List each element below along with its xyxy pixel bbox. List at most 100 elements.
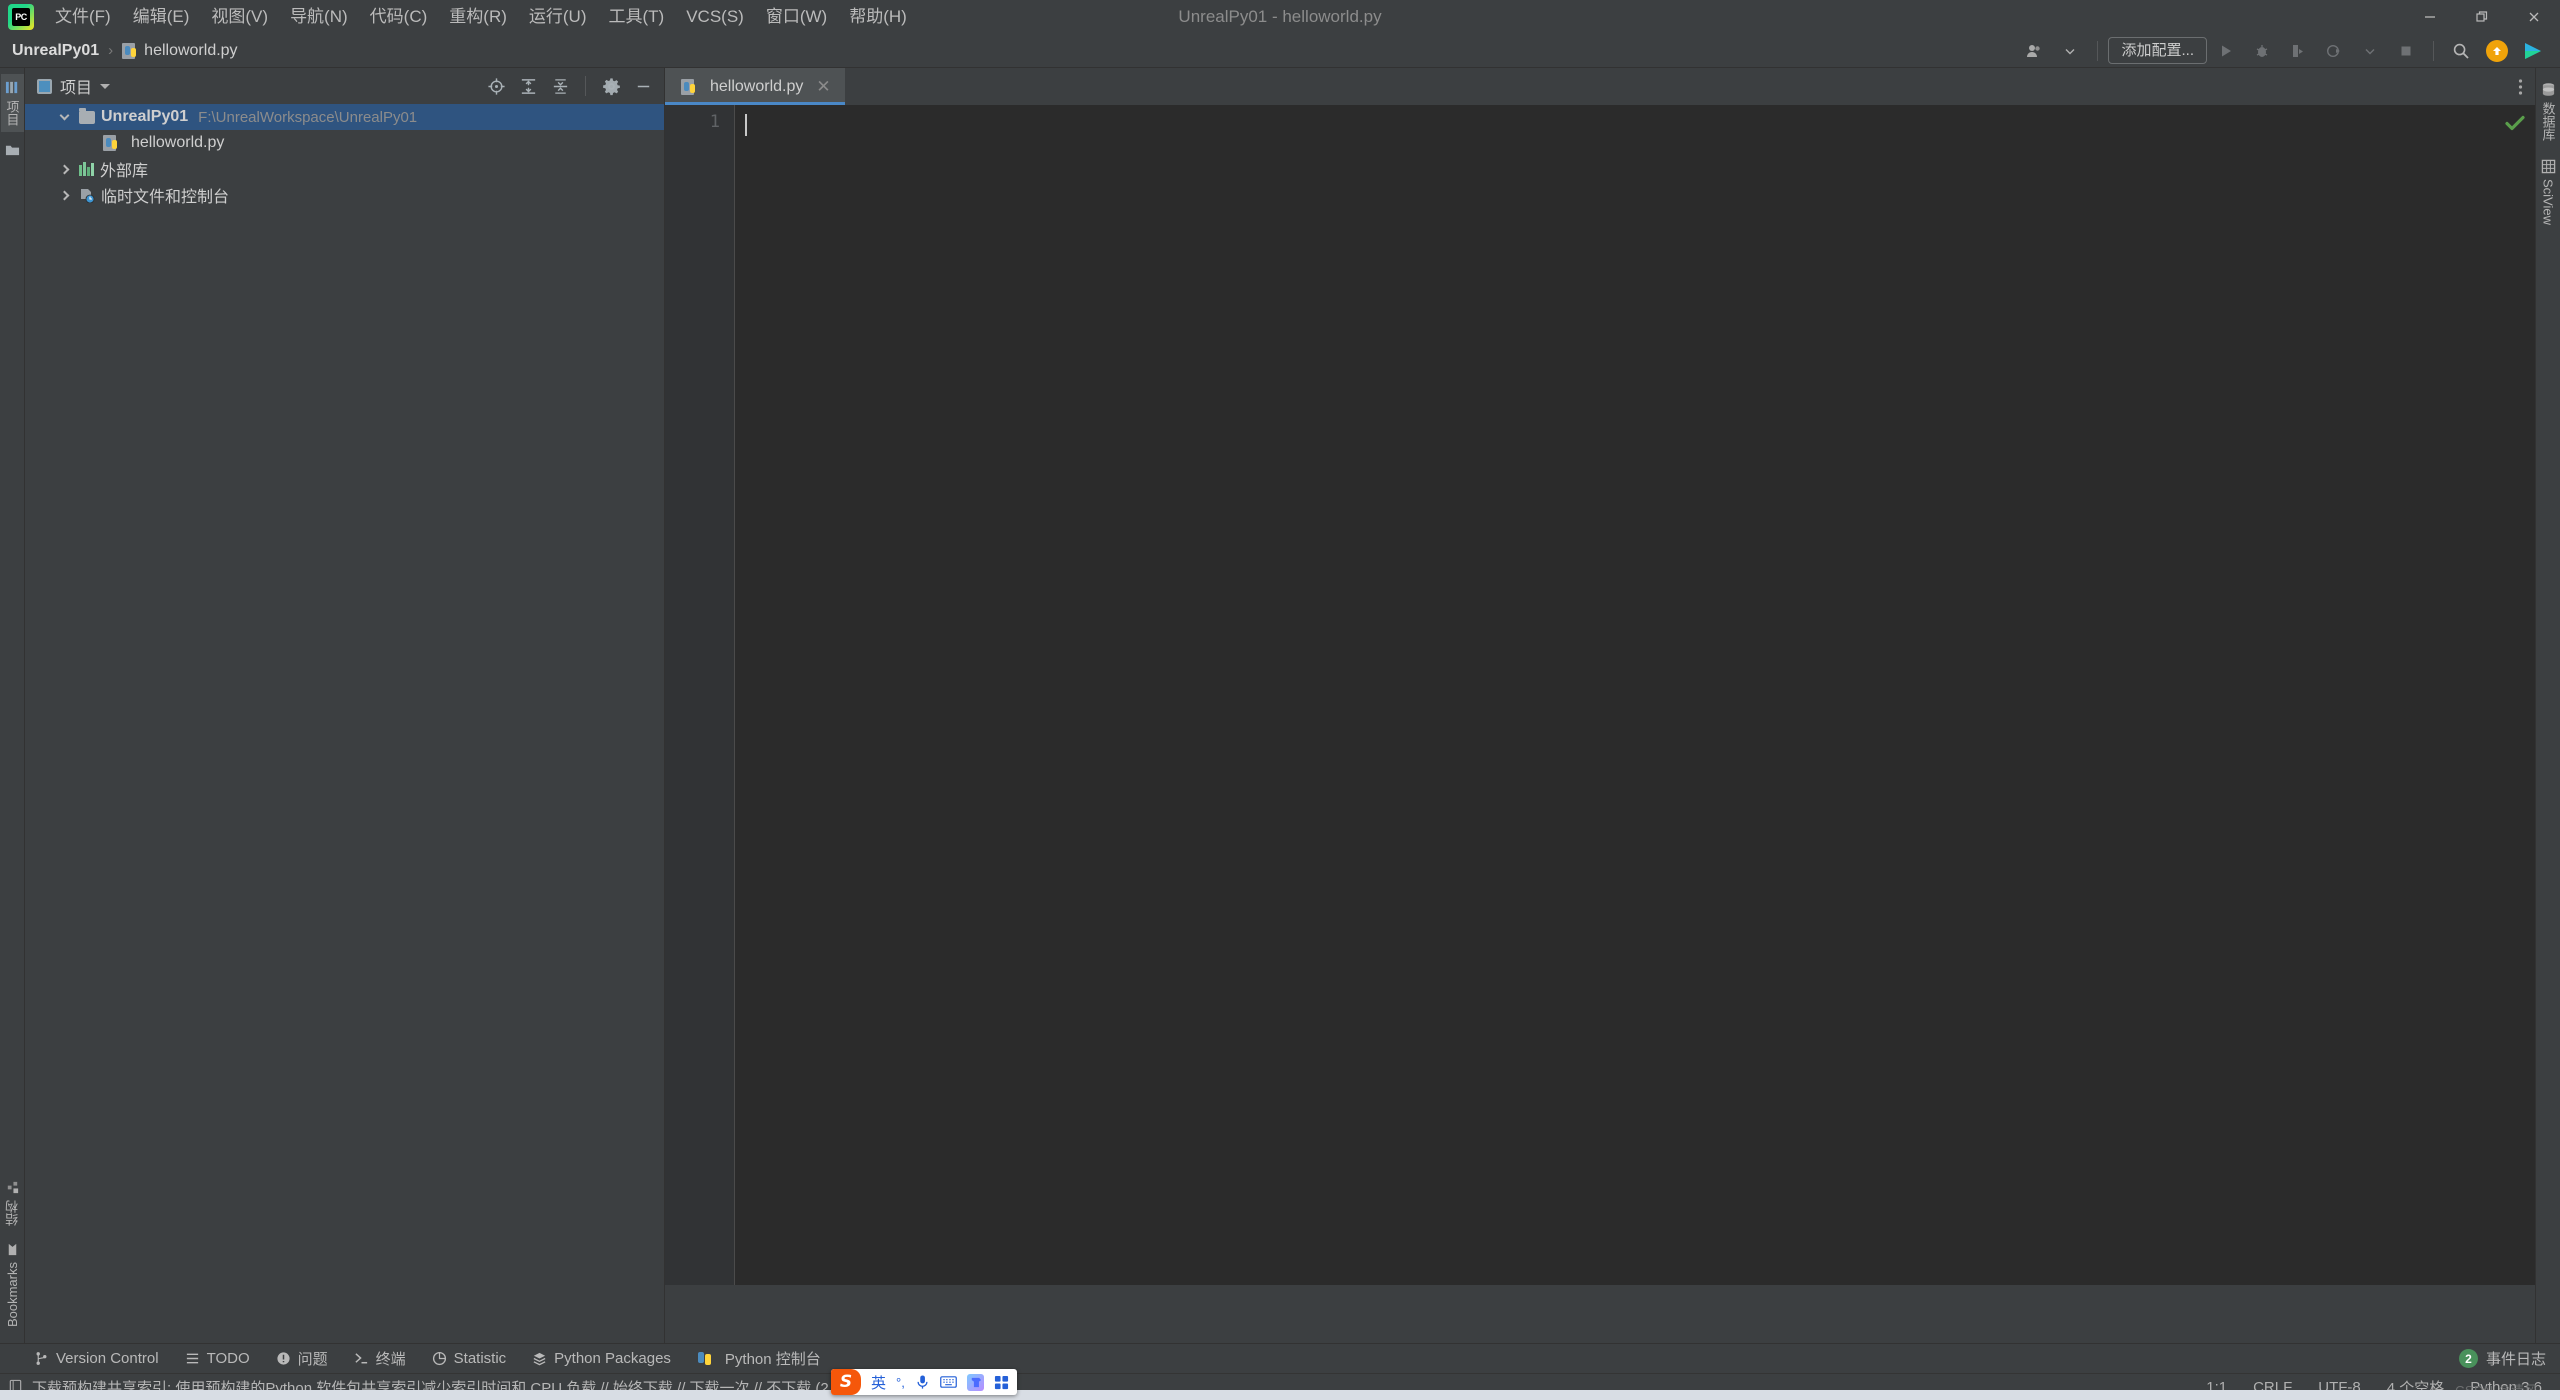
- settings-icon[interactable]: [596, 72, 626, 100]
- toolwindow-python-packages[interactable]: Python Packages: [532, 1350, 671, 1367]
- menu-run[interactable]: 运行(U): [518, 2, 598, 32]
- ok-check-icon[interactable]: [2503, 111, 2527, 135]
- more-vertical-icon[interactable]: [2505, 68, 2535, 105]
- editor-tabs: helloworld.py ✕: [665, 68, 2535, 105]
- stripe-structure-folder[interactable]: [3, 136, 22, 163]
- stripe-structure[interactable]: 结构: [1, 1174, 24, 1232]
- stripe-database[interactable]: 数据库: [2537, 76, 2560, 147]
- toolwindow-terminal[interactable]: 终端: [354, 1348, 406, 1369]
- code-editor[interactable]: 1: [665, 105, 2535, 1285]
- code-text-area[interactable]: [735, 105, 2495, 1285]
- tree-row-helloworld[interactable]: helloworld.py: [25, 130, 664, 156]
- folder-icon: [79, 111, 95, 124]
- toolwindow-python-console[interactable]: Python 控制台: [697, 1348, 821, 1369]
- skin-icon[interactable]: [967, 1374, 984, 1391]
- project-panel-actions: [481, 72, 658, 100]
- panel-divider: [585, 76, 586, 96]
- menu-vcs[interactable]: VCS(S): [675, 2, 755, 32]
- navigation-bar: UnrealPy01 › helloworld.py 添加配置...: [0, 34, 2560, 68]
- tree-row-external-libraries[interactable]: 外部库: [25, 156, 664, 182]
- expand-chevron-right-icon-2[interactable]: [55, 192, 73, 199]
- expand-all-icon[interactable]: [513, 72, 543, 100]
- toolwindow-statistic[interactable]: Statistic: [432, 1350, 507, 1367]
- debug-icon[interactable]: [2245, 37, 2279, 65]
- menu-help[interactable]: 帮助(H): [838, 2, 918, 32]
- menu-edit[interactable]: 编辑(E): [122, 2, 201, 32]
- apps-icon[interactable]: [994, 1375, 1009, 1390]
- toolwindow-version-control[interactable]: Version Control: [34, 1350, 159, 1367]
- sogou-logo-icon[interactable]: S: [831, 1369, 861, 1395]
- text-caret: [745, 114, 747, 136]
- left-tool-stripe: 项目 结构 Bookmarks: [0, 68, 25, 1343]
- stripe-sciview[interactable]: SciView: [2539, 153, 2558, 231]
- toolbar-divider-2: [2433, 41, 2434, 61]
- toolwindow-problems[interactable]: 问题: [276, 1348, 328, 1369]
- menu-refactor[interactable]: 重构(R): [438, 2, 518, 32]
- desktop-taskbar-strip: [0, 1390, 2560, 1400]
- stop-icon[interactable]: [2389, 37, 2423, 65]
- collapse-all-icon[interactable]: [545, 72, 575, 100]
- menu-tools[interactable]: 工具(T): [598, 2, 676, 32]
- restore-button[interactable]: [2456, 0, 2508, 34]
- sciview-icon: [2541, 159, 2556, 174]
- chevron-down-icon[interactable]: [100, 84, 110, 89]
- scratch-icon: [79, 188, 95, 203]
- tree-path-project: F:\UnrealWorkspace\UnrealPy01: [198, 109, 417, 126]
- right-tool-stripe: 数据库 SciView: [2535, 68, 2560, 1343]
- profile-dropdown-chevron-down-icon[interactable]: [2353, 37, 2387, 65]
- python-file-icon: [122, 43, 138, 59]
- run-icon[interactable]: [2209, 37, 2243, 65]
- menu-view[interactable]: 视图(V): [200, 2, 279, 32]
- menu-window[interactable]: 窗口(W): [755, 2, 838, 32]
- breadcrumb-file[interactable]: helloworld.py: [144, 42, 237, 60]
- editor-area: helloworld.py ✕ 1: [665, 68, 2535, 1343]
- tool-window-bar: Version Control TODO 问题 终端: [0, 1343, 2560, 1373]
- user-icon[interactable]: [2017, 37, 2051, 65]
- breadcrumb: UnrealPy01 › helloworld.py: [12, 42, 238, 60]
- close-button[interactable]: [2508, 0, 2560, 34]
- hide-panel-icon[interactable]: [628, 72, 658, 100]
- toolwindow-todo[interactable]: TODO: [185, 1350, 250, 1367]
- tree-label-helloworld: helloworld.py: [131, 134, 224, 152]
- menu-navigate[interactable]: 导航(N): [279, 2, 359, 32]
- pycharm-logo-icon: PC: [8, 4, 34, 30]
- python-file-icon: [103, 135, 119, 151]
- event-log-label[interactable]: 事件日志: [2486, 1348, 2546, 1369]
- tree-row-scratches[interactable]: 临时文件和控制台: [25, 182, 664, 208]
- expand-chevron-right-icon[interactable]: [55, 166, 73, 173]
- language-mode-icon[interactable]: 英: [871, 1372, 886, 1393]
- pycharm-window: PC 文件(F) 编辑(E) 视图(V) 导航(N) 代码(C) 重构(R) 运…: [0, 0, 2560, 1400]
- keyboard-icon[interactable]: [940, 1375, 957, 1389]
- inspection-gutter: [2495, 105, 2535, 1285]
- project-icon: [37, 79, 52, 94]
- add-configuration-button[interactable]: 添加配置...: [2108, 37, 2207, 64]
- update-icon[interactable]: [2480, 37, 2514, 65]
- coverage-icon[interactable]: [2281, 37, 2315, 65]
- python-file-icon: [681, 79, 697, 95]
- event-log-group[interactable]: 2 事件日志: [2459, 1348, 2560, 1369]
- editor-tab-helloworld[interactable]: helloworld.py ✕: [665, 68, 845, 105]
- minimize-button[interactable]: [2404, 0, 2456, 34]
- toolwindow-problems-label: 问题: [298, 1348, 328, 1369]
- breadcrumb-project[interactable]: UnrealPy01: [12, 42, 99, 60]
- library-icon: [79, 162, 94, 176]
- menu-code[interactable]: 代码(C): [359, 2, 439, 32]
- search-icon[interactable]: [2444, 37, 2478, 65]
- profile-icon[interactable]: [2317, 37, 2351, 65]
- stripe-project[interactable]: 项目: [1, 74, 24, 132]
- tree-label-project: UnrealPy01: [101, 108, 188, 126]
- expand-chevron-down-icon[interactable]: [55, 115, 73, 119]
- sogou-ime-bar[interactable]: S 英 °,: [831, 1369, 1017, 1395]
- voice-icon[interactable]: [915, 1374, 930, 1390]
- close-icon[interactable]: ✕: [816, 77, 830, 97]
- punctuation-icon[interactable]: °,: [896, 1375, 905, 1390]
- toolwindow-terminal-label: 终端: [376, 1348, 406, 1369]
- menu-file[interactable]: 文件(F): [44, 2, 122, 32]
- project-panel-title-group[interactable]: 项目: [37, 74, 110, 98]
- stripe-bookmarks[interactable]: Bookmarks: [3, 1236, 22, 1333]
- tree-row-project-root[interactable]: UnrealPy01 F:\UnrealWorkspace\UnrealPy01: [25, 104, 664, 130]
- ide-feature-icon[interactable]: [2516, 37, 2550, 65]
- breadcrumb-separator: ›: [108, 42, 113, 59]
- user-dropdown-chevron-down-icon[interactable]: [2053, 37, 2087, 65]
- locate-icon[interactable]: [481, 72, 511, 100]
